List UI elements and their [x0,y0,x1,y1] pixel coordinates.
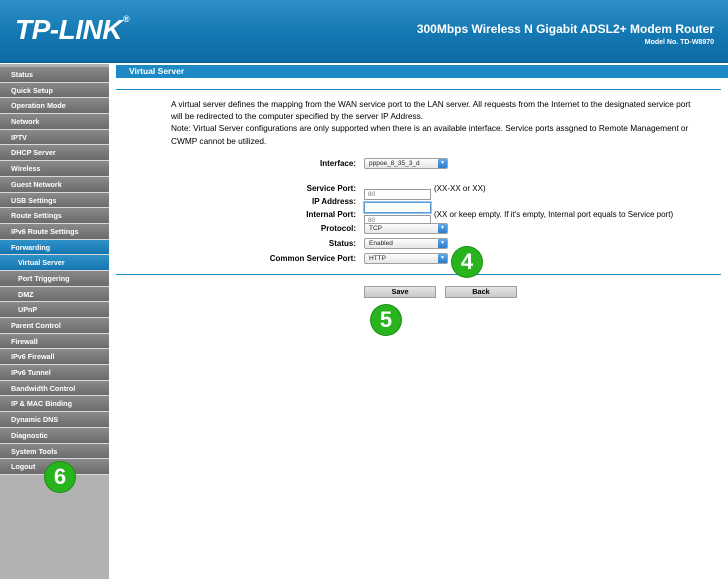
step-badge-4: 4 [452,247,482,277]
sidebar-item-network[interactable]: Network [0,114,109,130]
chevron-down-icon: ▼ [438,239,447,248]
interface-select[interactable]: pppoe_8_35_3_d ▼ [364,158,448,169]
brand-logo: TP-LINK® [15,14,130,45]
sidebar-item-status[interactable]: Status [0,67,109,83]
sidebar-item-forwarding[interactable]: Forwarding [0,239,109,256]
sidebar-item-upnp[interactable]: UPnP [0,302,109,318]
sidebar: Status Quick Setup Operation Mode Networ… [0,64,109,579]
chevron-down-icon: ▼ [438,254,447,263]
description: A virtual server defines the mapping fro… [171,98,691,147]
page-title: Virtual Server [116,65,728,78]
status-label: Status: [328,239,356,248]
back-button[interactable]: Back [445,286,517,298]
interface-row: Interface: pppoe_8_35_3_d ▼ [109,158,728,172]
chevron-down-icon: ▼ [438,159,447,168]
sidebar-item-dmz[interactable]: DMZ [0,286,109,303]
interface-label: Interface: [319,159,356,168]
sidebar-item-bandwidth-control[interactable]: Bandwidth Control [0,380,109,397]
sidebar-item-usb-settings[interactable]: USB Settings [0,192,109,209]
sidebar-item-dhcp-server[interactable]: DHCP Server [0,145,109,162]
sidebar-item-port-triggering[interactable]: Port Triggering [0,270,109,287]
protocol-select[interactable]: TCP ▼ [364,223,448,234]
sidebar-item-dynamic-dns[interactable]: Dynamic DNS [0,412,109,428]
common-service-port-selected-value: HTTP [369,255,386,262]
divider-bottom [116,274,721,275]
sidebar-item-ipv6-firewall[interactable]: IPv6 Firewall [0,349,109,366]
ip-address-row: IP Address: [109,196,728,213]
interface-selected-value: pppoe_8_35_3_d [369,160,420,167]
protocol-label: Protocol: [320,224,356,233]
internal-port-label: Internal Port: [306,210,356,219]
common-service-port-select[interactable]: HTTP ▼ [364,253,448,264]
internal-port-row: Internal Port: (XX or keep empty. If it'… [109,209,728,226]
status-select[interactable]: Enabled ▼ [364,238,448,249]
main-content: Virtual Server A virtual server defines … [109,64,728,579]
sidebar-item-ipv6-route-settings[interactable]: IPv6 Route Settings [0,223,109,240]
protocol-selected-value: TCP [369,225,382,232]
sidebar-item-guest-network[interactable]: Guest Network [0,176,109,193]
chevron-down-icon: ▼ [438,224,447,233]
sidebar-item-operation-mode[interactable]: Operation Mode [0,98,109,115]
common-service-port-row: Common Service Port: HTTP ▼ [109,253,728,267]
sidebar-item-ip-mac-binding[interactable]: IP & MAC Binding [0,396,109,413]
description-text: A virtual server defines the mapping fro… [171,99,691,122]
status-row: Status: Enabled ▼ [109,238,728,252]
internal-port-hint: (XX or keep empty. If it's empty, Intern… [434,210,674,219]
header: TP-LINK® 300Mbps Wireless N Gigabit ADSL… [0,0,728,63]
protocol-row: Protocol: TCP ▼ [109,223,728,237]
sidebar-item-route-settings[interactable]: Route Settings [0,208,109,224]
divider-top [116,89,721,90]
save-button[interactable]: Save [364,286,436,298]
sidebar-item-quick-setup[interactable]: Quick Setup [0,82,109,99]
sidebar-item-diagnostic[interactable]: Diagnostic [0,427,109,444]
service-port-label: Service Port: [306,184,356,193]
step-badge-6: 6 [45,462,75,492]
common-service-port-label: Common Service Port: [269,254,356,263]
service-port-row: Service Port: (XX-XX or XX) [109,183,728,200]
status-selected-value: Enabled [369,240,393,247]
note-text: Note: Virtual Server configurations are … [171,123,689,146]
sidebar-item-system-tools[interactable]: System Tools [0,443,109,460]
step-badge-5: 5 [371,305,401,335]
sidebar-item-wireless[interactable]: Wireless [0,161,109,177]
sidebar-item-ipv6-tunnel[interactable]: IPv6 Tunnel [0,365,109,381]
product-title: 300Mbps Wireless N Gigabit ADSL2+ Modem … [416,22,714,36]
sidebar-item-iptv[interactable]: IPTV [0,129,109,146]
service-port-hint: (XX-XX or XX) [434,184,486,193]
sidebar-item-parent-control[interactable]: Parent Control [0,318,109,334]
sidebar-item-virtual-server[interactable]: Virtual Server [0,255,109,271]
sidebar-item-firewall[interactable]: Firewall [0,333,109,350]
model-number: Model No. TD-W8970 [644,39,714,46]
ip-address-label: IP Address: [311,197,356,206]
